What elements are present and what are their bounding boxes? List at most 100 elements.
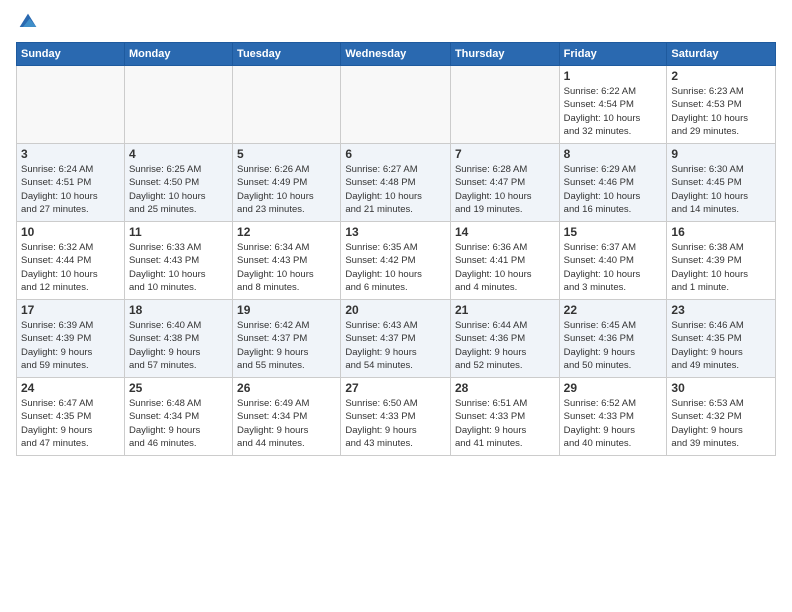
- day-info: Sunrise: 6:29 AMSunset: 4:46 PMDaylight:…: [564, 163, 663, 216]
- logo-icon: [18, 12, 38, 32]
- weekday-header: Tuesday: [233, 43, 341, 66]
- day-info: Sunrise: 6:36 AMSunset: 4:41 PMDaylight:…: [455, 241, 555, 294]
- calendar-cell: 9Sunrise: 6:30 AMSunset: 4:45 PMDaylight…: [667, 144, 776, 222]
- calendar-cell: 22 Sunrise: 6:45 AMSunset: 4:36 PMDayligh…: [559, 300, 667, 378]
- calendar-cell: 3 Sunrise: 6:24 AMSunset: 4:51 PMDaylight…: [17, 144, 125, 222]
- day-info: Sunrise: 6:24 AMSunset: 4:51 PMDaylight:…: [21, 163, 120, 216]
- day-info: Sunrise: 6:25 AMSunset: 4:50 PMDaylight:…: [129, 163, 228, 216]
- calendar-cell: 12Sunrise: 6:34 AMSunset: 4:43 PMDayligh…: [233, 222, 341, 300]
- day-number: 3: [21, 147, 120, 161]
- calendar-cell: 1 Sunrise: 6:22 AMSunset: 4:54 PMDaylight…: [559, 66, 667, 144]
- calendar-cell: 18 Sunrise: 6:40 AMSunset: 4:38 PMDayligh…: [124, 300, 232, 378]
- day-info: Sunrise: 6:49 AMSunset: 4:34 PMDaylight:…: [237, 397, 336, 450]
- page-header: [16, 12, 776, 32]
- day-number: 10: [21, 225, 120, 239]
- page-container: SundayMondayTuesdayWednesdayThursdayFrid…: [0, 0, 792, 464]
- calendar-cell: 20 Sunrise: 6:43 AMSunset: 4:37 PMDayligh…: [341, 300, 451, 378]
- calendar-week-row: 24 Sunrise: 6:47 AMSunset: 4:35 PMDayligh…: [17, 378, 776, 456]
- calendar-table: SundayMondayTuesdayWednesdayThursdayFrid…: [16, 42, 776, 456]
- day-info: Sunrise: 6:46 AMSunset: 4:35 PMDaylight:…: [671, 319, 771, 372]
- calendar-header-row: SundayMondayTuesdayWednesdayThursdayFrid…: [17, 43, 776, 66]
- day-number: 8: [564, 147, 663, 161]
- day-number: 28: [455, 381, 555, 395]
- weekday-header: Thursday: [450, 43, 559, 66]
- day-number: 22: [564, 303, 663, 317]
- day-number: 16: [671, 225, 771, 239]
- logo: [16, 12, 38, 32]
- calendar-week-row: 10 Sunrise: 6:32 AMSunset: 4:44 PMDayligh…: [17, 222, 776, 300]
- day-info: Sunrise: 6:50 AMSunset: 4:33 PMDaylight:…: [345, 397, 446, 450]
- day-info: Sunrise: 6:40 AMSunset: 4:38 PMDaylight:…: [129, 319, 228, 372]
- calendar-cell: 17 Sunrise: 6:39 AMSunset: 4:39 PMDayligh…: [17, 300, 125, 378]
- calendar-cell: 29 Sunrise: 6:52 AMSunset: 4:33 PMDayligh…: [559, 378, 667, 456]
- day-number: 11: [129, 225, 228, 239]
- calendar-cell: [450, 66, 559, 144]
- day-number: 14: [455, 225, 555, 239]
- calendar-cell: 14 Sunrise: 6:36 AMSunset: 4:41 PMDayligh…: [450, 222, 559, 300]
- calendar-cell: [124, 66, 232, 144]
- day-number: 20: [345, 303, 446, 317]
- day-info: Sunrise: 6:39 AMSunset: 4:39 PMDaylight:…: [21, 319, 120, 372]
- day-info: Sunrise: 6:35 AMSunset: 4:42 PMDaylight:…: [345, 241, 446, 294]
- calendar-cell: 15 Sunrise: 6:37 AMSunset: 4:40 PMDayligh…: [559, 222, 667, 300]
- calendar-cell: 27 Sunrise: 6:50 AMSunset: 4:33 PMDayligh…: [341, 378, 451, 456]
- calendar-cell: 10 Sunrise: 6:32 AMSunset: 4:44 PMDayligh…: [17, 222, 125, 300]
- day-number: 25: [129, 381, 228, 395]
- day-number: 18: [129, 303, 228, 317]
- day-info: Sunrise: 6:22 AMSunset: 4:54 PMDaylight:…: [564, 85, 663, 138]
- day-number: 6: [345, 147, 446, 161]
- calendar-cell: 30Sunrise: 6:53 AMSunset: 4:32 PMDayligh…: [667, 378, 776, 456]
- day-info: Sunrise: 6:23 AMSunset: 4:53 PMDaylight:…: [671, 85, 771, 138]
- calendar-cell: 5Sunrise: 6:26 AMSunset: 4:49 PMDaylight…: [233, 144, 341, 222]
- day-info: Sunrise: 6:37 AMSunset: 4:40 PMDaylight:…: [564, 241, 663, 294]
- calendar-cell: 23Sunrise: 6:46 AMSunset: 4:35 PMDayligh…: [667, 300, 776, 378]
- calendar-cell: 25 Sunrise: 6:48 AMSunset: 4:34 PMDayligh…: [124, 378, 232, 456]
- calendar-cell: 28 Sunrise: 6:51 AMSunset: 4:33 PMDayligh…: [450, 378, 559, 456]
- weekday-header: Sunday: [17, 43, 125, 66]
- calendar-cell: [17, 66, 125, 144]
- day-info: Sunrise: 6:28 AMSunset: 4:47 PMDaylight:…: [455, 163, 555, 216]
- day-number: 9: [671, 147, 771, 161]
- day-info: Sunrise: 6:51 AMSunset: 4:33 PMDaylight:…: [455, 397, 555, 450]
- calendar-cell: 6 Sunrise: 6:27 AMSunset: 4:48 PMDaylight…: [341, 144, 451, 222]
- calendar-cell: 2Sunrise: 6:23 AMSunset: 4:53 PMDaylight…: [667, 66, 776, 144]
- day-info: Sunrise: 6:45 AMSunset: 4:36 PMDaylight:…: [564, 319, 663, 372]
- day-info: Sunrise: 6:32 AMSunset: 4:44 PMDaylight:…: [21, 241, 120, 294]
- day-number: 7: [455, 147, 555, 161]
- weekday-header: Friday: [559, 43, 667, 66]
- day-number: 12: [237, 225, 336, 239]
- weekday-header: Monday: [124, 43, 232, 66]
- day-number: 17: [21, 303, 120, 317]
- day-info: Sunrise: 6:42 AMSunset: 4:37 PMDaylight:…: [237, 319, 336, 372]
- day-info: Sunrise: 6:38 AMSunset: 4:39 PMDaylight:…: [671, 241, 771, 294]
- day-number: 27: [345, 381, 446, 395]
- calendar-cell: 24 Sunrise: 6:47 AMSunset: 4:35 PMDayligh…: [17, 378, 125, 456]
- day-info: Sunrise: 6:43 AMSunset: 4:37 PMDaylight:…: [345, 319, 446, 372]
- calendar-week-row: 1 Sunrise: 6:22 AMSunset: 4:54 PMDaylight…: [17, 66, 776, 144]
- calendar-week-row: 3 Sunrise: 6:24 AMSunset: 4:51 PMDaylight…: [17, 144, 776, 222]
- calendar-cell: 16 Sunrise: 6:38 AMSunset: 4:39 PMDayligh…: [667, 222, 776, 300]
- weekday-header: Wednesday: [341, 43, 451, 66]
- calendar-cell: 8 Sunrise: 6:29 AMSunset: 4:46 PMDaylight…: [559, 144, 667, 222]
- calendar-cell: 21Sunrise: 6:44 AMSunset: 4:36 PMDayligh…: [450, 300, 559, 378]
- day-info: Sunrise: 6:47 AMSunset: 4:35 PMDaylight:…: [21, 397, 120, 450]
- day-info: Sunrise: 6:48 AMSunset: 4:34 PMDaylight:…: [129, 397, 228, 450]
- day-info: Sunrise: 6:52 AMSunset: 4:33 PMDaylight:…: [564, 397, 663, 450]
- day-number: 21: [455, 303, 555, 317]
- day-info: Sunrise: 6:33 AMSunset: 4:43 PMDaylight:…: [129, 241, 228, 294]
- day-number: 26: [237, 381, 336, 395]
- day-number: 15: [564, 225, 663, 239]
- day-number: 5: [237, 147, 336, 161]
- day-number: 4: [129, 147, 228, 161]
- day-info: Sunrise: 6:27 AMSunset: 4:48 PMDaylight:…: [345, 163, 446, 216]
- day-number: 19: [237, 303, 336, 317]
- day-number: 24: [21, 381, 120, 395]
- day-number: 1: [564, 69, 663, 83]
- calendar-cell: 26 Sunrise: 6:49 AMSunset: 4:34 PMDayligh…: [233, 378, 341, 456]
- weekday-header: Saturday: [667, 43, 776, 66]
- calendar-cell: 11 Sunrise: 6:33 AMSunset: 4:43 PMDayligh…: [124, 222, 232, 300]
- day-number: 29: [564, 381, 663, 395]
- calendar-cell: [341, 66, 451, 144]
- calendar-cell: 19 Sunrise: 6:42 AMSunset: 4:37 PMDayligh…: [233, 300, 341, 378]
- calendar-week-row: 17 Sunrise: 6:39 AMSunset: 4:39 PMDayligh…: [17, 300, 776, 378]
